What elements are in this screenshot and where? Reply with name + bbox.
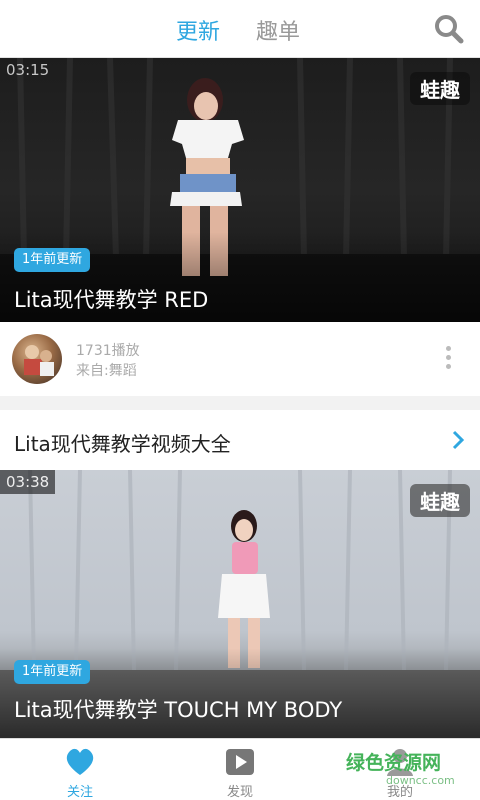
nav-discover[interactable]: 发现 [160, 739, 320, 800]
search-icon[interactable] [434, 14, 464, 44]
nav-follow[interactable]: 关注 [0, 739, 160, 800]
updated-badge: 1年前更新 [14, 248, 91, 272]
video-card-1[interactable]: 03:15 蛙趣 1年前更新 Lita现代舞教学 RED [0, 58, 480, 322]
source-label: 来自:舞蹈 [76, 363, 137, 379]
brand-watermark: 蛙趣 [410, 72, 470, 105]
site-watermark: 绿色资源网 downcc.com [346, 744, 462, 794]
play-icon [224, 747, 256, 777]
tab-playlists[interactable]: 趣单 [256, 14, 300, 46]
video-title[interactable]: Lita现代舞教学 TOUCH MY BODY [14, 694, 342, 724]
playlist-section-header[interactable]: Lita现代舞教学视频大全 [0, 410, 480, 470]
tab-updates[interactable]: 更新 [176, 14, 220, 46]
chevron-right-icon [448, 428, 468, 452]
heart-icon [64, 747, 96, 777]
watermark-url: downcc.com [386, 774, 455, 787]
video-meta-row: 1731播放 来自:舞蹈 [0, 322, 480, 396]
video-title[interactable]: Lita现代舞教学 RED [14, 284, 208, 314]
brand-watermark: 蛙趣 [410, 484, 470, 517]
duration-label: 03:38 [0, 470, 56, 494]
watermark-text: 绿色资源网 [346, 752, 442, 774]
nav-label: 发现 [226, 785, 253, 800]
duration-label: 03:15 [6, 61, 50, 79]
updated-badge: 1年前更新 [14, 660, 91, 684]
section-title: Lita现代舞教学视频大全 [14, 432, 231, 456]
avatar[interactable] [12, 334, 62, 384]
video-card-2[interactable]: 03:38 蛙趣 1年前更新 Lita现代舞教学 TOUCH MY BODY [0, 470, 480, 738]
play-count: 1731播放 [76, 343, 140, 359]
top-bar: 更新 趣单 [0, 0, 480, 58]
nav-label: 关注 [66, 785, 93, 800]
more-vertical-icon[interactable] [444, 346, 452, 372]
